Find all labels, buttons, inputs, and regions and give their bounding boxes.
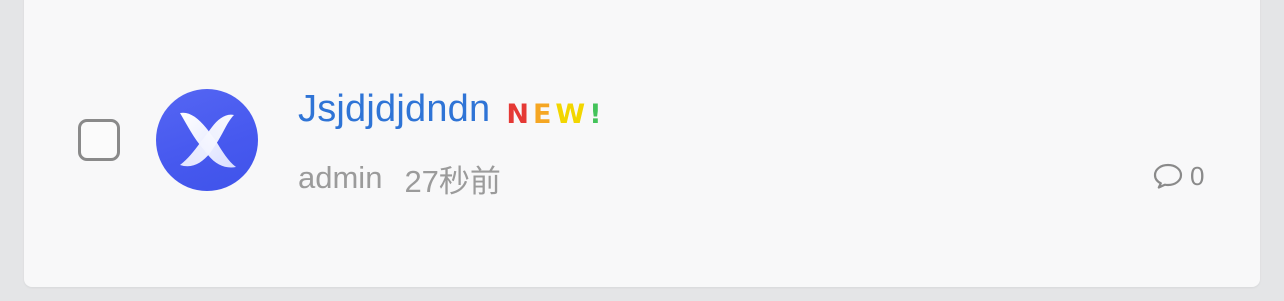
new-badge-letter: ! xyxy=(589,98,603,130)
post-title-row: Jsjdjdjdndn N E W! xyxy=(298,86,603,132)
new-badge-letter: W xyxy=(555,98,587,130)
new-badge: N E W! xyxy=(506,99,602,130)
post-time: 27秒前 xyxy=(404,163,501,199)
new-badge-letter: N xyxy=(506,98,530,130)
new-badge-letter: E xyxy=(532,98,553,130)
post-meta: admin 27秒前 xyxy=(298,158,501,199)
x-logo-icon xyxy=(180,112,236,168)
avatar[interactable] xyxy=(156,89,258,191)
comment-count: 0 xyxy=(1190,160,1205,191)
comment-bubble-icon xyxy=(1153,163,1183,189)
select-post-checkbox[interactable] xyxy=(78,119,120,161)
comment-count-button[interactable]: 0 xyxy=(1152,158,1204,194)
post-title[interactable]: Jsjdjdjdndn xyxy=(298,86,490,132)
post-author[interactable]: admin xyxy=(298,160,382,196)
